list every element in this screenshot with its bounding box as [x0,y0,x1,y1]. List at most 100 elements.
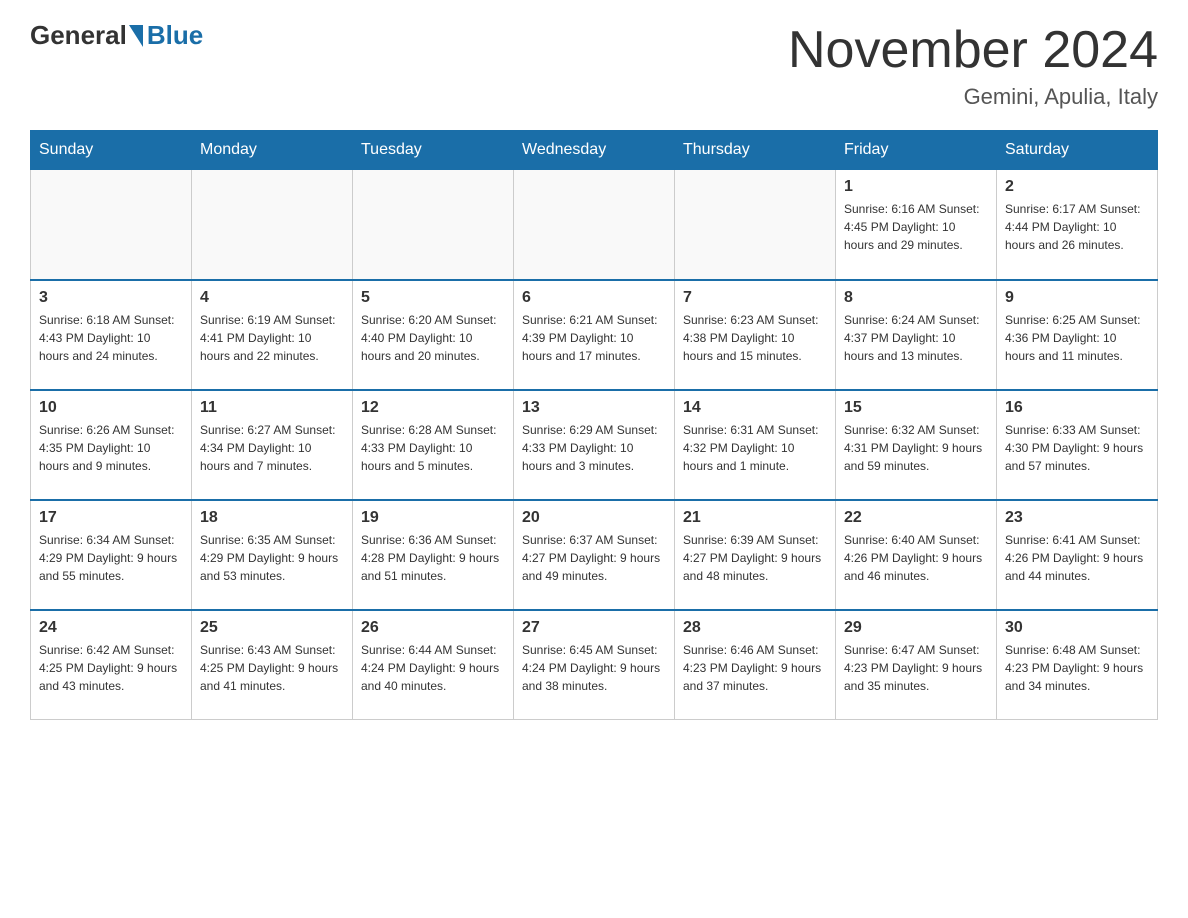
title-section: November 2024 Gemini, Apulia, Italy [788,20,1158,110]
calendar-cell: 27 Sunrise: 6:45 AM Sunset: 4:24 PM Dayli… [514,610,675,720]
calendar-cell: 8 Sunrise: 6:24 AM Sunset: 4:37 PM Daylig… [836,280,997,390]
day-info: Sunrise: 6:34 AM Sunset: 4:29 PM Dayligh… [39,531,183,585]
calendar-cell: 18 Sunrise: 6:35 AM Sunset: 4:29 PM Dayli… [192,500,353,610]
calendar-cell: 15 Sunrise: 6:32 AM Sunset: 4:31 PM Dayli… [836,390,997,500]
calendar-cell: 4 Sunrise: 6:19 AM Sunset: 4:41 PM Daylig… [192,280,353,390]
calendar-cell: 14Sunrise: 6:31 AM Sunset: 4:32 PM Dayli… [675,390,836,500]
day-number: 8 [844,289,988,307]
day-number: 20 [522,509,666,527]
day-number: 10 [39,399,183,417]
calendar-table: SundayMondayTuesdayWednesdayThursdayFrid… [30,130,1158,720]
calendar-cell: 16Sunrise: 6:33 AM Sunset: 4:30 PM Dayli… [997,390,1158,500]
day-number: 3 [39,289,183,307]
calendar-cell: 21 Sunrise: 6:39 AM Sunset: 4:27 PM Dayli… [675,500,836,610]
calendar-cell: 22 Sunrise: 6:40 AM Sunset: 4:26 PM Dayli… [836,500,997,610]
calendar-cell: 1 Sunrise: 6:16 AM Sunset: 4:45 PM Daylig… [836,170,997,280]
calendar-cell: 26 Sunrise: 6:44 AM Sunset: 4:24 PM Dayli… [353,610,514,720]
calendar-cell: 29 Sunrise: 6:47 AM Sunset: 4:23 PM Dayli… [836,610,997,720]
day-number: 5 [361,289,505,307]
weekday-header-friday: Friday [836,131,997,170]
calendar-cell: 7Sunrise: 6:23 AM Sunset: 4:38 PM Daylig… [675,280,836,390]
day-number: 29 [844,619,988,637]
day-number: 24 [39,619,183,637]
calendar-cell: 25 Sunrise: 6:43 AM Sunset: 4:25 PM Dayli… [192,610,353,720]
calendar-cell: 13 Sunrise: 6:29 AM Sunset: 4:33 PM Dayli… [514,390,675,500]
day-info: Sunrise: 6:47 AM Sunset: 4:23 PM Dayligh… [844,641,988,695]
day-info: Sunrise: 6:32 AM Sunset: 4:31 PM Dayligh… [844,421,988,475]
day-info: Sunrise: 6:29 AM Sunset: 4:33 PM Dayligh… [522,421,666,475]
day-info: Sunrise: 6:31 AM Sunset: 4:32 PM Dayligh… [683,421,827,475]
weekday-header-monday: Monday [192,131,353,170]
day-info: Sunrise: 6:44 AM Sunset: 4:24 PM Dayligh… [361,641,505,695]
day-info: Sunrise: 6:21 AM Sunset: 4:39 PM Dayligh… [522,311,666,365]
day-info: Sunrise: 6:16 AM Sunset: 4:45 PM Dayligh… [844,200,988,254]
weekday-header-tuesday: Tuesday [353,131,514,170]
logo: General Blue [30,20,203,51]
calendar-title: November 2024 [788,20,1158,80]
day-number: 27 [522,619,666,637]
day-number: 13 [522,399,666,417]
day-info: Sunrise: 6:42 AM Sunset: 4:25 PM Dayligh… [39,641,183,695]
weekday-header-wednesday: Wednesday [514,131,675,170]
day-info: Sunrise: 6:18 AM Sunset: 4:43 PM Dayligh… [39,311,183,365]
week-row-5: 24 Sunrise: 6:42 AM Sunset: 4:25 PM Dayli… [31,610,1158,720]
day-info: Sunrise: 6:40 AM Sunset: 4:26 PM Dayligh… [844,531,988,585]
week-row-3: 10 Sunrise: 6:26 AM Sunset: 4:35 PM Dayli… [31,390,1158,500]
day-info: Sunrise: 6:37 AM Sunset: 4:27 PM Dayligh… [522,531,666,585]
calendar-cell: 10 Sunrise: 6:26 AM Sunset: 4:35 PM Dayli… [31,390,192,500]
calendar-cell: 3 Sunrise: 6:18 AM Sunset: 4:43 PM Daylig… [31,280,192,390]
weekday-header-thursday: Thursday [675,131,836,170]
day-info: Sunrise: 6:43 AM Sunset: 4:25 PM Dayligh… [200,641,344,695]
calendar-cell: 24 Sunrise: 6:42 AM Sunset: 4:25 PM Dayli… [31,610,192,720]
weekday-header-row: SundayMondayTuesdayWednesdayThursdayFrid… [31,131,1158,170]
calendar-cell: 20 Sunrise: 6:37 AM Sunset: 4:27 PM Dayli… [514,500,675,610]
weekday-header-saturday: Saturday [997,131,1158,170]
calendar-subtitle: Gemini, Apulia, Italy [788,84,1158,110]
calendar-cell: 6 Sunrise: 6:21 AM Sunset: 4:39 PM Daylig… [514,280,675,390]
day-info: Sunrise: 6:28 AM Sunset: 4:33 PM Dayligh… [361,421,505,475]
day-number: 15 [844,399,988,417]
logo-general-text: General [30,20,127,51]
day-number: 12 [361,399,505,417]
calendar-cell [192,170,353,280]
day-info: Sunrise: 6:17 AM Sunset: 4:44 PM Dayligh… [1005,200,1149,254]
day-info: Sunrise: 6:46 AM Sunset: 4:23 PM Dayligh… [683,641,827,695]
day-number: 18 [200,509,344,527]
day-info: Sunrise: 6:45 AM Sunset: 4:24 PM Dayligh… [522,641,666,695]
day-number: 21 [683,509,827,527]
logo-blue-text: Blue [147,20,203,51]
day-number: 26 [361,619,505,637]
day-info: Sunrise: 6:19 AM Sunset: 4:41 PM Dayligh… [200,311,344,365]
day-info: Sunrise: 6:20 AM Sunset: 4:40 PM Dayligh… [361,311,505,365]
day-number: 1 [844,178,988,196]
day-info: Sunrise: 6:24 AM Sunset: 4:37 PM Dayligh… [844,311,988,365]
day-number: 2 [1005,178,1149,196]
day-info: Sunrise: 6:35 AM Sunset: 4:29 PM Dayligh… [200,531,344,585]
calendar-cell [675,170,836,280]
weekday-header-sunday: Sunday [31,131,192,170]
day-info: Sunrise: 6:23 AM Sunset: 4:38 PM Dayligh… [683,311,827,365]
calendar-cell: 23 Sunrise: 6:41 AM Sunset: 4:26 PM Dayli… [997,500,1158,610]
day-info: Sunrise: 6:39 AM Sunset: 4:27 PM Dayligh… [683,531,827,585]
day-number: 22 [844,509,988,527]
day-number: 17 [39,509,183,527]
day-number: 23 [1005,509,1149,527]
day-number: 9 [1005,289,1149,307]
day-info: Sunrise: 6:26 AM Sunset: 4:35 PM Dayligh… [39,421,183,475]
day-number: 4 [200,289,344,307]
day-number: 11 [200,399,344,417]
day-info: Sunrise: 6:36 AM Sunset: 4:28 PM Dayligh… [361,531,505,585]
calendar-cell: 30Sunrise: 6:48 AM Sunset: 4:23 PM Dayli… [997,610,1158,720]
day-number: 6 [522,289,666,307]
week-row-2: 3 Sunrise: 6:18 AM Sunset: 4:43 PM Daylig… [31,280,1158,390]
page-header: General Blue November 2024 Gemini, Apuli… [30,20,1158,110]
day-info: Sunrise: 6:27 AM Sunset: 4:34 PM Dayligh… [200,421,344,475]
day-info: Sunrise: 6:41 AM Sunset: 4:26 PM Dayligh… [1005,531,1149,585]
calendar-cell: 9Sunrise: 6:25 AM Sunset: 4:36 PM Daylig… [997,280,1158,390]
day-number: 25 [200,619,344,637]
calendar-cell: 19Sunrise: 6:36 AM Sunset: 4:28 PM Dayli… [353,500,514,610]
day-info: Sunrise: 6:48 AM Sunset: 4:23 PM Dayligh… [1005,641,1149,695]
week-row-4: 17 Sunrise: 6:34 AM Sunset: 4:29 PM Dayli… [31,500,1158,610]
calendar-cell: 5 Sunrise: 6:20 AM Sunset: 4:40 PM Daylig… [353,280,514,390]
week-row-1: 1 Sunrise: 6:16 AM Sunset: 4:45 PM Daylig… [31,170,1158,280]
